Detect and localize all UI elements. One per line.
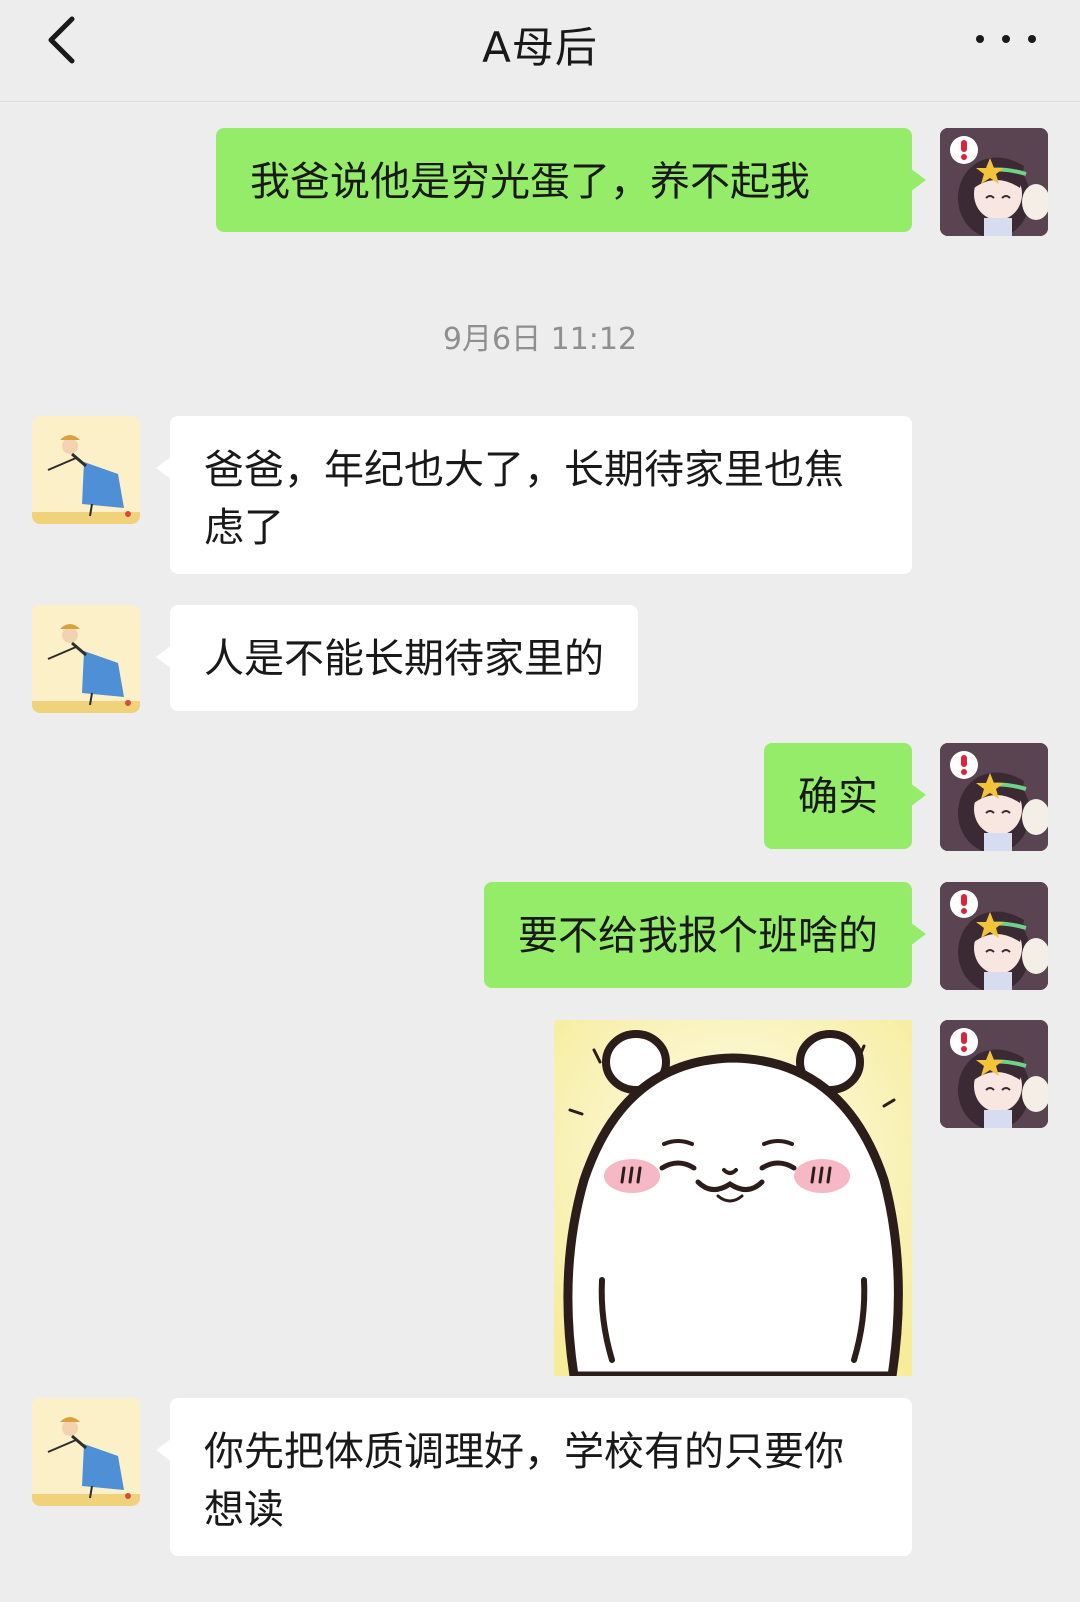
anime-girl-avatar-icon bbox=[940, 1020, 1048, 1128]
more-options-button[interactable] bbox=[976, 24, 1036, 54]
dancing-girl-avatar-icon bbox=[32, 605, 140, 713]
anime-girl-avatar-icon bbox=[940, 882, 1048, 990]
my-avatar[interactable] bbox=[940, 743, 1048, 851]
message-bubble-theirs[interactable]: 人是不能长期待家里的 bbox=[156, 605, 638, 711]
message-text: 确实 bbox=[798, 774, 878, 820]
message-bubble-mine[interactable]: 确实 bbox=[764, 743, 926, 849]
message-list[interactable]: 我爸说他是穷光蛋了，养不起我 9月6日 11:12 爸爸，年纪也大了，长期待家里… bbox=[0, 102, 1080, 1602]
message-bubble-mine[interactable]: 要不给我报个班啥的 bbox=[484, 882, 926, 988]
message-bubble-mine[interactable]: 我爸说他是穷光蛋了，养不起我 bbox=[216, 128, 926, 232]
more-horizontal-icon bbox=[976, 35, 984, 43]
message-text: 要不给我报个班啥的 bbox=[518, 913, 878, 959]
contact-avatar[interactable] bbox=[32, 416, 140, 524]
dancing-girl-avatar-icon bbox=[32, 1398, 140, 1506]
message-text: 人是不能长期待家里的 bbox=[204, 636, 604, 682]
contact-avatar[interactable] bbox=[32, 1398, 140, 1506]
my-avatar[interactable] bbox=[940, 1020, 1048, 1128]
message-bubble-theirs[interactable]: 爸爸，年纪也大了，长期待家里也焦虑了 bbox=[156, 416, 912, 574]
dancing-girl-avatar-icon bbox=[32, 416, 140, 524]
sticker-message[interactable] bbox=[554, 1020, 912, 1376]
anime-girl-avatar-icon bbox=[940, 128, 1048, 236]
my-avatar[interactable] bbox=[940, 882, 1048, 990]
chat-header: A母后 bbox=[0, 0, 1080, 102]
anime-girl-avatar-icon bbox=[940, 743, 1048, 851]
white-bear-sticker-icon bbox=[554, 1020, 912, 1376]
message-text: 爸爸，年纪也大了，长期待家里也焦虑了 bbox=[204, 447, 844, 551]
message-text: 我爸说他是穷光蛋了，养不起我 bbox=[250, 159, 810, 205]
message-timestamp: 9月6日 11:12 bbox=[442, 322, 638, 357]
my-avatar[interactable] bbox=[940, 128, 1048, 236]
message-bubble-theirs[interactable]: 你先把体质调理好，学校有的只要你想读 bbox=[156, 1398, 912, 1556]
message-text: 你先把体质调理好，学校有的只要你想读 bbox=[204, 1429, 844, 1533]
contact-avatar[interactable] bbox=[32, 605, 140, 713]
chat-title: A母后 bbox=[482, 23, 598, 72]
